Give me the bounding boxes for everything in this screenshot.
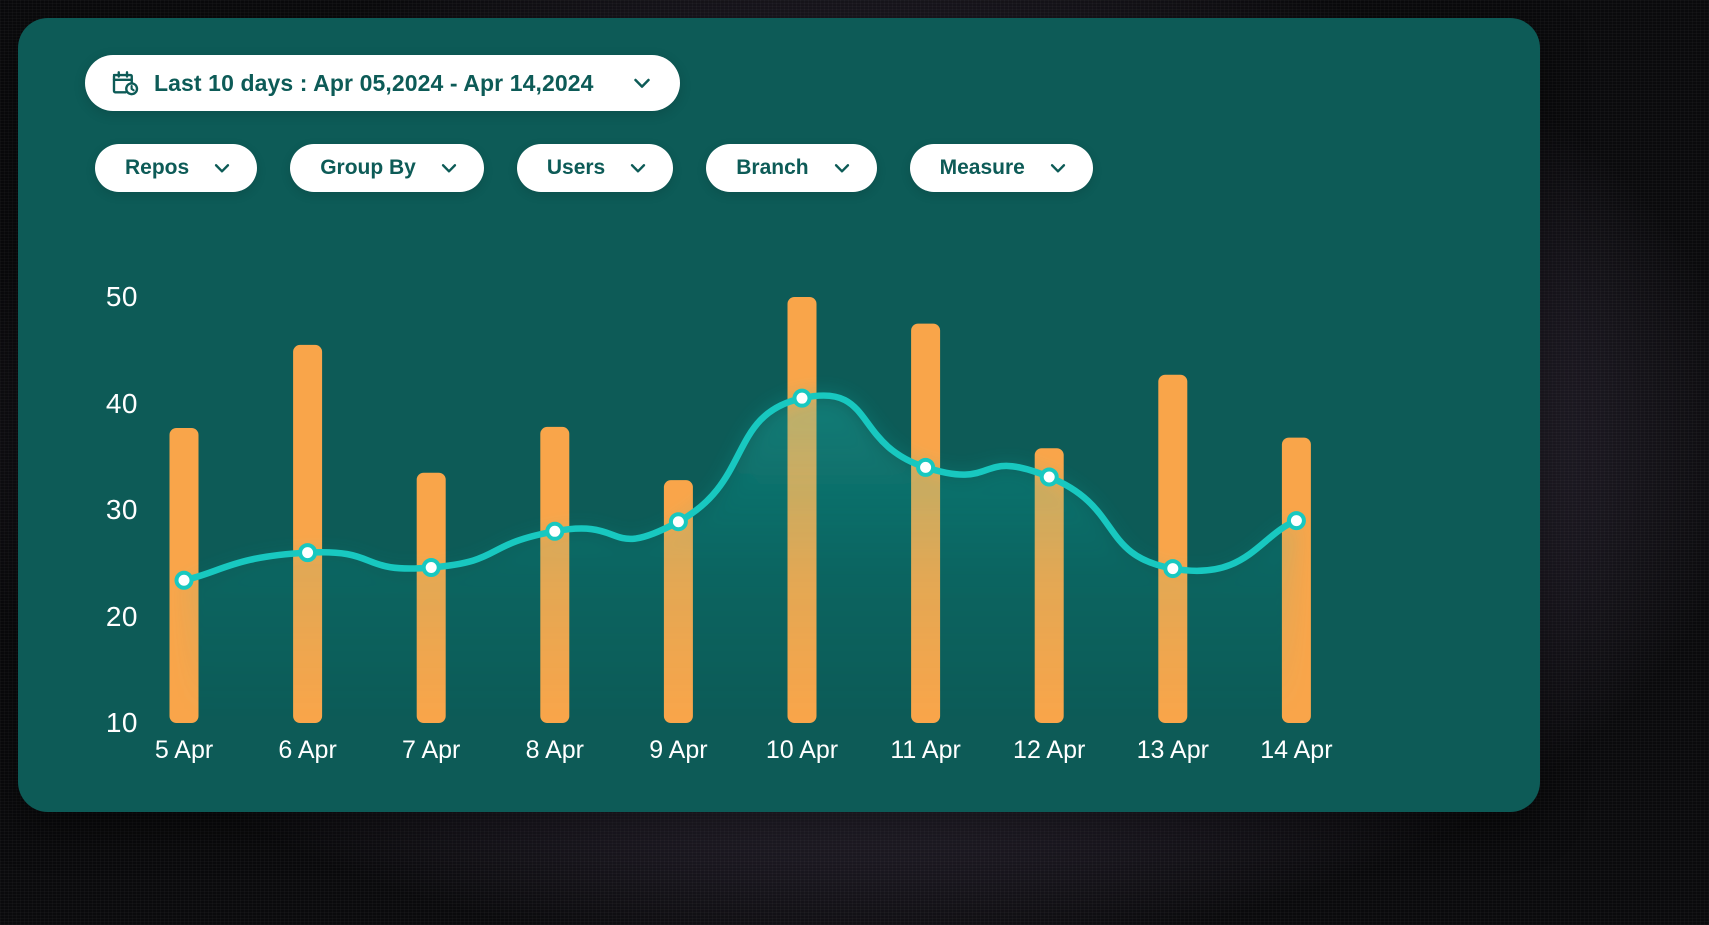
- x-axis-tick-label: 14 Apr: [1260, 736, 1333, 764]
- x-axis-tick-label: 5 Apr: [154, 736, 214, 764]
- filter-group-by-label: Group By: [320, 156, 416, 179]
- x-axis-tick-label: 8 Apr: [525, 736, 584, 764]
- y-axis: 10 20 30 40 50: [82, 18, 138, 812]
- chart-plot-area[interactable]: [138, 263, 1498, 728]
- date-range-label: Last 10 days : Apr 05,2024 - Apr 14,2024: [154, 69, 594, 96]
- x-axis-tick-label: 11 Apr: [890, 736, 961, 764]
- x-axis-tick-label: 12 Apr: [1013, 736, 1086, 764]
- filter-group-by[interactable]: Group By: [290, 144, 484, 192]
- filter-users[interactable]: Users: [516, 144, 674, 192]
- chevron-down-icon[interactable]: [831, 157, 853, 179]
- chevron-down-icon[interactable]: [1047, 157, 1069, 179]
- y-axis-tick-label: 40: [105, 387, 138, 419]
- x-axis-tick-label: 13 Apr: [1136, 736, 1209, 764]
- filter-measure[interactable]: Measure: [909, 144, 1093, 192]
- chevron-down-icon[interactable]: [630, 71, 654, 95]
- filter-bar: Repos Group By Users Branch Measure: [95, 144, 1093, 192]
- filter-branch[interactable]: Branch: [706, 144, 877, 192]
- y-axis-tick-label: 50: [105, 281, 138, 312]
- x-axis-tick-label: 7 Apr: [402, 736, 461, 764]
- chevron-down-icon[interactable]: [627, 157, 649, 179]
- x-axis-tick-label: 9 Apr: [649, 736, 708, 764]
- x-axis-tick-label: 6 Apr: [278, 736, 337, 764]
- filter-measure-label: Measure: [939, 156, 1025, 179]
- y-axis-tick-label: 20: [105, 600, 138, 632]
- filter-branch-label: Branch: [736, 156, 809, 179]
- date-range-selector[interactable]: Last 10 days : Apr 05,2024 - Apr 14,2024: [85, 55, 680, 111]
- y-axis-tick-label: 30: [105, 494, 138, 525]
- filter-users-label: Users: [546, 156, 606, 179]
- chevron-down-icon[interactable]: [438, 157, 460, 179]
- chevron-down-icon[interactable]: [211, 157, 233, 179]
- dashboard-card: Last 10 days : Apr 05,2024 - Apr 14,2024…: [18, 18, 1540, 812]
- x-axis-tick-label: 10 Apr: [765, 736, 839, 764]
